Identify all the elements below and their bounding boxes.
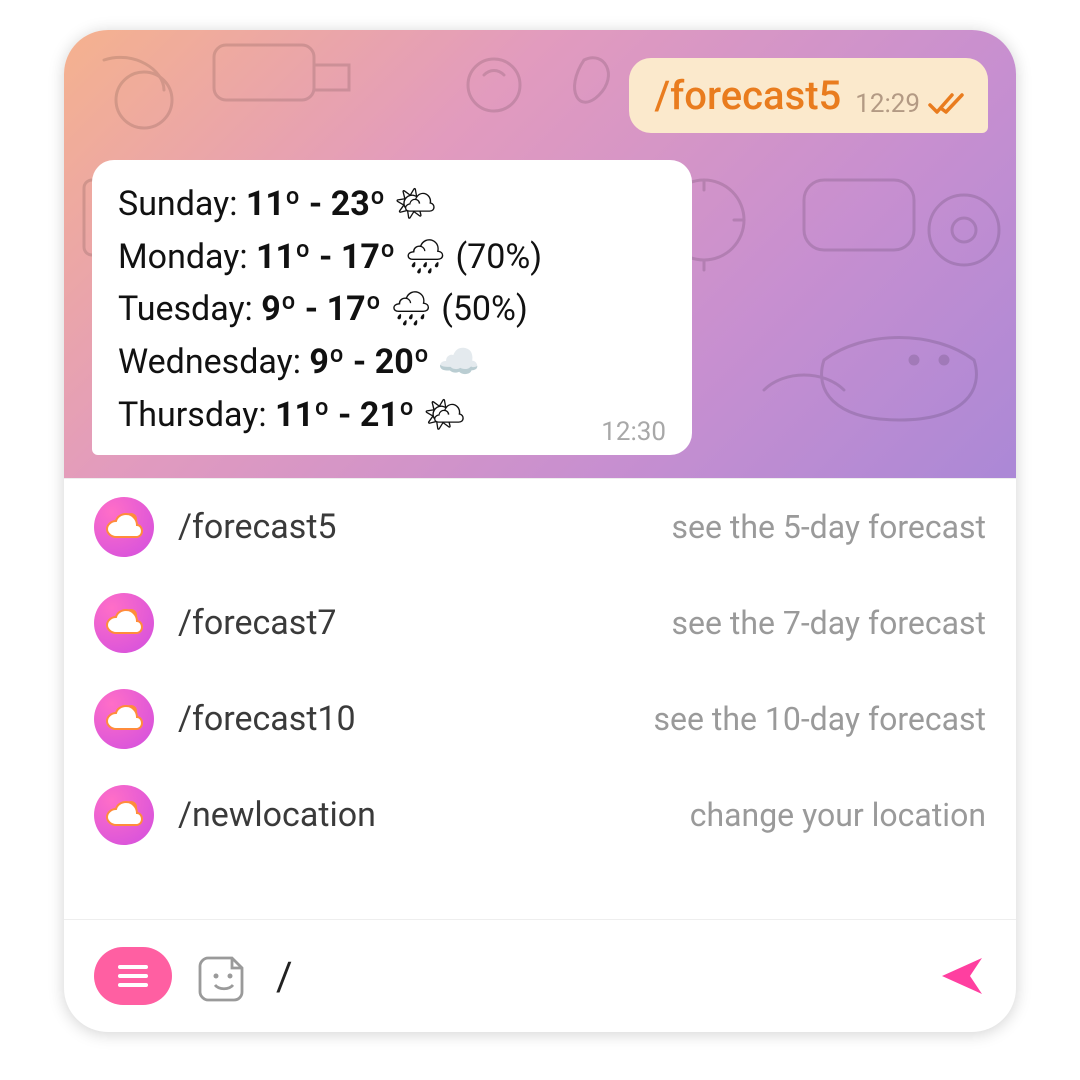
command-description: change your location	[462, 796, 986, 834]
bot-command-suggestions: /forecast5 see the 5-day forecast/forecas…	[64, 478, 1016, 920]
compose-bar	[64, 920, 1016, 1032]
sticker-icon	[198, 950, 250, 1002]
command-suggestion[interactable]: /newlocation change your location	[64, 767, 1016, 863]
bot-menu-button[interactable]	[94, 947, 172, 1005]
bot-avatar	[94, 785, 154, 845]
send-button[interactable]	[938, 952, 986, 1000]
command-suggestion[interactable]: /forecast5 see the 5-day forecast	[64, 479, 1016, 575]
forecast-row: Monday: 11º - 17º 🌧 (70%)	[118, 231, 666, 284]
read-checkmarks-icon	[928, 91, 966, 117]
bot-avatar	[94, 497, 154, 557]
outgoing-message-text: /forecast5	[655, 72, 842, 119]
command-description: see the 5-day forecast	[462, 508, 986, 546]
command-description: see the 10-day forecast	[462, 700, 986, 738]
command-suggestion[interactable]: /forecast7 see the 7-day forecast	[64, 575, 1016, 671]
outgoing-message[interactable]: /forecast5 12:29	[629, 58, 988, 133]
message-input[interactable]	[276, 953, 912, 1000]
command-name: /newlocation	[178, 795, 438, 835]
forecast-row: Thursday: 11º - 21º 🌤	[118, 389, 666, 442]
incoming-message[interactable]: Sunday: 11º - 23º 🌤Monday: 11º - 17º 🌧 (…	[92, 160, 692, 455]
incoming-message-time: 12:30	[601, 417, 666, 447]
command-name: /forecast10	[178, 699, 438, 739]
forecast-row: Wednesday: 9º - 20º ☁️	[118, 336, 666, 389]
bot-avatar	[94, 593, 154, 653]
forecast-row: Sunday: 11º - 23º 🌤	[118, 178, 666, 231]
command-name: /forecast5	[178, 507, 438, 547]
chat-window: /forecast5 12:29 Sunday: 11º - 23º 🌤Mond…	[64, 30, 1016, 1032]
command-name: /forecast7	[178, 603, 438, 643]
bot-avatar	[94, 689, 154, 749]
send-icon	[938, 952, 986, 1000]
chat-messages-area[interactable]: /forecast5 12:29 Sunday: 11º - 23º 🌤Mond…	[64, 30, 1016, 478]
forecast-row: Tuesday: 9º - 17º 🌧 (50%)	[118, 283, 666, 336]
outgoing-message-time: 12:29	[855, 89, 920, 119]
sticker-button[interactable]	[198, 950, 250, 1002]
command-description: see the 7-day forecast	[462, 604, 986, 642]
command-suggestion[interactable]: /forecast10 see the 10-day forecast	[64, 671, 1016, 767]
